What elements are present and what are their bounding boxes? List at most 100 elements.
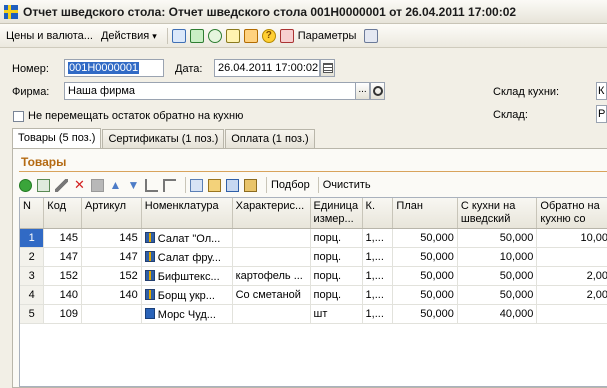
copy-icon[interactable] — [190, 178, 203, 192]
firm-field[interactable]: Наша фирма — [64, 82, 356, 100]
cell-characteristic[interactable]: Со сметаной — [232, 285, 311, 305]
cell-coef[interactable]: 1,... — [362, 228, 394, 248]
delete-row-icon[interactable]: ✕ — [73, 178, 86, 192]
cell-nomenclature[interactable]: Салат фру... — [141, 247, 233, 267]
cell-back-to-kitchen[interactable] — [536, 304, 607, 324]
cell-unit[interactable]: порц. — [310, 247, 363, 267]
cell-article[interactable] — [81, 304, 142, 324]
column-header[interactable]: План — [392, 198, 458, 229]
cell-plan[interactable]: 50,000 — [392, 228, 458, 248]
cell-nomenclature[interactable]: Салат "Ол... — [141, 228, 233, 248]
cell-unit[interactable]: порц. — [310, 266, 363, 286]
cell-nomenclature[interactable]: Бифштекс... — [141, 266, 233, 286]
column-header[interactable]: К. — [362, 198, 394, 229]
cell-back-to-kitchen[interactable] — [536, 247, 607, 267]
sort-desc-icon[interactable] — [163, 178, 176, 192]
help-icon[interactable]: ? — [261, 28, 276, 43]
cell-unit[interactable]: порц. — [310, 228, 363, 248]
cell-code[interactable]: 147 — [43, 247, 83, 267]
tab-payment[interactable]: Оплата (1 поз.) — [225, 129, 315, 148]
cell-back-to-kitchen[interactable]: 2,00 — [536, 266, 607, 286]
cell-unit[interactable]: шт — [310, 304, 363, 324]
firm-open-button[interactable] — [370, 82, 385, 100]
cell-from-kitchen[interactable]: 40,000 — [457, 304, 538, 324]
parameters-button[interactable]: Параметры — [298, 30, 357, 42]
cell-code[interactable]: 140 — [43, 285, 83, 305]
tab-certificates[interactable]: Сертификаты (1 поз.) — [102, 129, 225, 148]
cell-characteristic[interactable]: картофель ... — [232, 266, 311, 286]
selection-button[interactable]: Подбор — [271, 179, 310, 191]
clipboard-icon[interactable] — [244, 178, 257, 192]
tab-goods[interactable]: Товары (5 поз.) — [12, 128, 102, 148]
actions-menu-button[interactable]: Действия ▾ — [101, 30, 157, 42]
fill-icon[interactable] — [226, 178, 239, 192]
cell-plan[interactable]: 50,000 — [392, 247, 458, 267]
date-field[interactable]: 26.04.2011 17:00:02 — [214, 59, 320, 77]
cell-plan[interactable]: 50,000 — [392, 285, 458, 305]
cell-article[interactable]: 145 — [81, 228, 142, 248]
column-header[interactable]: Обратно на кухню со — [536, 198, 607, 229]
calendar-icon — [322, 63, 333, 73]
cell-characteristic[interactable] — [232, 228, 311, 248]
move-down-icon[interactable]: ▼ — [127, 179, 140, 192]
add-row-icon[interactable] — [19, 178, 32, 192]
column-header[interactable]: N — [20, 198, 45, 229]
end-edit-icon[interactable] — [91, 178, 104, 192]
column-header[interactable]: Номенклатура — [141, 198, 233, 229]
move-up-icon[interactable]: ▲ — [109, 179, 122, 192]
cell-back-to-kitchen[interactable]: 10,00 — [536, 228, 607, 248]
no-return-checkbox[interactable] — [13, 111, 24, 122]
cell-back-to-kitchen[interactable]: 2,00 — [536, 285, 607, 305]
cell-from-kitchen[interactable]: 10,000 — [457, 247, 538, 267]
cell-from-kitchen[interactable]: 50,000 — [457, 266, 538, 286]
table-row[interactable]: 3 152 152 Бифштекс... картофель ... порц… — [20, 266, 607, 286]
firm-select-button[interactable]: ... — [355, 82, 370, 100]
cell-nomenclature[interactable]: Борщ укр... — [141, 285, 233, 305]
columns-icon[interactable] — [364, 28, 379, 43]
column-header[interactable]: Единица измер... — [310, 198, 363, 229]
cell-from-kitchen[interactable]: 50,000 — [457, 228, 538, 248]
column-header[interactable]: Характерис... — [232, 198, 311, 229]
warehouse-field[interactable]: Р — [596, 105, 607, 123]
calendar-button[interactable] — [320, 59, 335, 77]
structure-icon[interactable] — [243, 28, 258, 43]
cell-from-kitchen[interactable]: 50,000 — [457, 285, 538, 305]
kitchen-warehouse-field[interactable]: К — [596, 82, 607, 100]
cell-coef[interactable]: 1,... — [362, 285, 394, 305]
sort-asc-icon[interactable] — [145, 178, 158, 192]
cell-plan[interactable]: 50,000 — [392, 266, 458, 286]
column-header[interactable]: Код — [43, 198, 83, 229]
cell-nomenclature[interactable]: Морс Чуд... — [141, 304, 233, 324]
document-movements-icon[interactable] — [225, 28, 240, 43]
cell-coef[interactable]: 1,... — [362, 304, 394, 324]
table-row[interactable]: 2 147 147 Салат фру... порц. 1,... 50,00… — [20, 247, 607, 267]
number-field[interactable]: 001Н0000001 — [64, 59, 164, 77]
cell-code[interactable]: 152 — [43, 266, 83, 286]
paste-icon[interactable] — [208, 178, 221, 192]
cell-coef[interactable]: 1,... — [362, 247, 394, 267]
cell-unit[interactable]: порц. — [310, 285, 363, 305]
cell-article[interactable]: 140 — [81, 285, 142, 305]
cell-coef[interactable]: 1,... — [362, 266, 394, 286]
cell-article[interactable]: 152 — [81, 266, 142, 286]
clear-button[interactable]: Очистить — [323, 179, 371, 191]
table-row[interactable]: 5 109 Морс Чуд... шт 1,... 50,000 40,000 — [20, 304, 607, 324]
cell-code[interactable]: 145 — [43, 228, 83, 248]
cell-plan[interactable]: 50,000 — [392, 304, 458, 324]
column-header[interactable]: Артикул — [81, 198, 142, 229]
hierarchy-icon[interactable] — [279, 28, 294, 43]
row-number: 1 — [20, 228, 45, 248]
post-document-icon[interactable] — [171, 28, 186, 43]
prices-currency-button[interactable]: Цены и валюта... — [6, 30, 93, 42]
cell-code[interactable]: 109 — [43, 304, 83, 324]
edit-row-icon[interactable] — [55, 178, 68, 192]
table-row[interactable]: 4 140 140 Борщ укр... Со сметаной порц. … — [20, 285, 607, 305]
cell-characteristic[interactable] — [232, 247, 311, 267]
column-header[interactable]: С кухни на шведский — [457, 198, 538, 229]
cell-characteristic[interactable] — [232, 304, 311, 324]
copy-row-icon[interactable] — [37, 178, 50, 192]
cell-article[interactable]: 147 — [81, 247, 142, 267]
refresh-icon[interactable] — [207, 28, 222, 43]
save-icon[interactable] — [189, 28, 204, 43]
table-row[interactable]: 1 145 145 Салат "Ол... порц. 1,... 50,00… — [20, 228, 607, 248]
